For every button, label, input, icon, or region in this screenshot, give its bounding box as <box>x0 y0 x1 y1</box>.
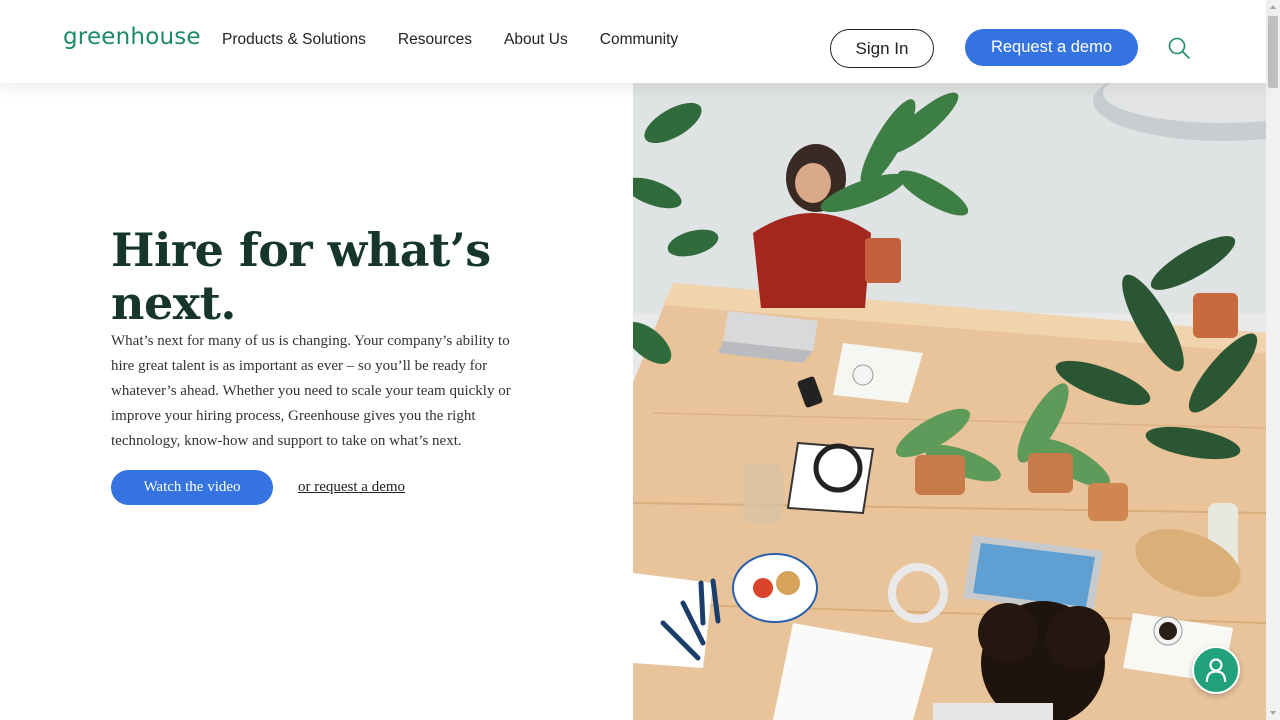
chat-widget-button[interactable] <box>1192 646 1240 694</box>
watch-video-button[interactable]: Watch the video <box>111 470 273 505</box>
greenhouse-logo[interactable]: greenhouse <box>63 24 201 50</box>
site-header: greenhouse Products & Solutions Resource… <box>0 0 1266 83</box>
nav-products-solutions[interactable]: Products & Solutions <box>222 31 366 49</box>
page-scrollbar[interactable] <box>1266 0 1280 720</box>
person-icon <box>1205 658 1227 683</box>
hero-photo <box>633 83 1266 720</box>
scroll-down-arrow-icon[interactable] <box>1266 706 1280 720</box>
request-demo-link[interactable]: or request a demo <box>298 479 405 496</box>
hero-title: Hire for what’s next. <box>111 223 491 330</box>
hero-description: What’s next for many of us is changing. … <box>111 333 511 449</box>
search-button[interactable] <box>1166 35 1192 61</box>
scrollbar-thumb[interactable] <box>1268 16 1278 88</box>
nav-resources[interactable]: Resources <box>398 31 472 49</box>
scroll-up-arrow-icon[interactable] <box>1266 0 1280 14</box>
nav-about-us[interactable]: About Us <box>504 31 568 49</box>
search-icon <box>1168 37 1190 59</box>
request-demo-button[interactable]: Request a demo <box>965 29 1138 66</box>
nav-community[interactable]: Community <box>600 31 678 49</box>
main-nav: Products & Solutions Resources About Us … <box>222 31 710 49</box>
sign-in-button[interactable]: Sign In <box>830 29 934 68</box>
